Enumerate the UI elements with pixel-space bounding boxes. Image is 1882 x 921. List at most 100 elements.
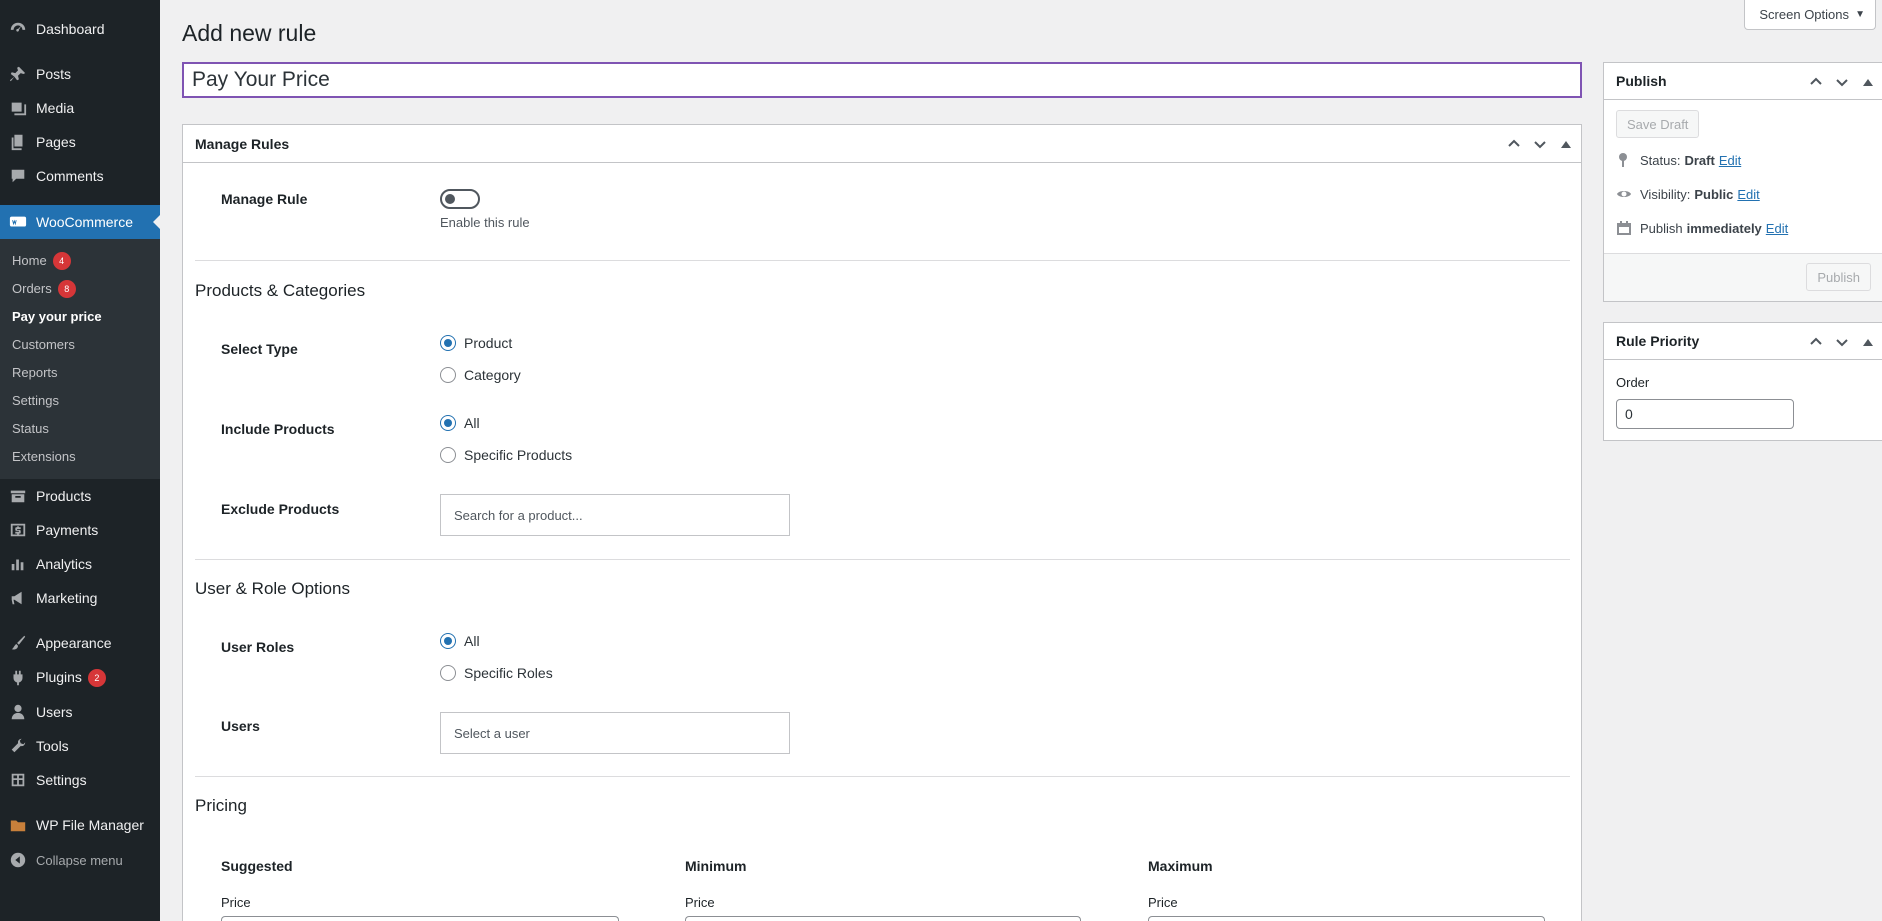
menu-label: Settings <box>36 772 87 788</box>
radio-unchecked <box>440 367 456 383</box>
postbox-header: Publish <box>1604 63 1882 100</box>
submenu-orders[interactable]: Orders 8 <box>12 280 76 298</box>
woocommerce-submenu: Home 4 Orders 8 Pay your price Customers R… <box>0 239 160 479</box>
collapse-menu-button[interactable]: Collapse menu <box>0 843 160 877</box>
chevron-up-icon <box>1508 139 1520 147</box>
radio-include-all[interactable]: All <box>440 415 480 431</box>
collapse-icon <box>8 850 28 870</box>
comment-icon <box>8 166 28 186</box>
maximum-price-input[interactable] <box>1148 916 1545 921</box>
radio-label: All <box>464 633 480 649</box>
menu-products[interactable]: Products <box>0 479 160 513</box>
active-indicator <box>153 214 161 230</box>
toggle-knob <box>445 194 455 204</box>
exclude-products-search[interactable]: Search for a product... <box>440 494 790 536</box>
visibility-value: Public <box>1694 186 1734 202</box>
menu-wp-file-manager[interactable]: WP File Manager <box>0 808 160 842</box>
menu-label: Plugins 2 <box>36 669 106 687</box>
menu-settings[interactable]: Settings <box>0 763 160 797</box>
radio-roles-all[interactable]: All <box>440 633 480 649</box>
order-input[interactable]: 0 <box>1616 399 1794 429</box>
enable-rule-toggle[interactable] <box>440 189 480 209</box>
divider <box>195 260 1570 261</box>
submenu-label: Orders <box>12 281 52 296</box>
radio-type-product[interactable]: Product <box>440 335 512 351</box>
submenu-home[interactable]: Home 4 <box>12 252 71 270</box>
handle-buttons <box>1805 72 1879 92</box>
publish-button[interactable]: Publish <box>1806 263 1871 291</box>
submenu-status[interactable]: Status <box>12 421 49 436</box>
save-draft-button[interactable]: Save Draft <box>1616 110 1700 138</box>
edit-visibility-link[interactable]: Edit <box>1737 187 1759 202</box>
menu-appearance[interactable]: Appearance <box>0 626 160 660</box>
minimum-price-input[interactable] <box>685 916 1081 921</box>
handle-buttons <box>1805 332 1879 352</box>
menu-label: Payments <box>36 522 99 538</box>
radio-roles-specific[interactable]: Specific Roles <box>440 665 553 681</box>
submenu-settings[interactable]: Settings <box>12 393 59 408</box>
toggle-panel-button[interactable] <box>1857 332 1879 352</box>
edit-publish-time-link[interactable]: Edit <box>1766 221 1788 236</box>
users-label: Users <box>221 718 260 734</box>
menu-marketing[interactable]: Marketing <box>0 581 160 615</box>
screen-options-label: Screen Options <box>1759 7 1849 22</box>
toggle-panel-button[interactable] <box>1555 134 1577 154</box>
menu-posts[interactable]: Posts <box>0 57 160 91</box>
menu-media[interactable]: Media <box>0 91 160 125</box>
publish-actions: Publish <box>1604 253 1882 301</box>
screen-options-button[interactable]: Screen Options ▼ <box>1744 0 1876 30</box>
move-up-button[interactable] <box>1805 72 1827 92</box>
submenu-extensions[interactable]: Extensions <box>12 449 76 464</box>
rule-title-input[interactable] <box>182 62 1582 98</box>
move-up-button[interactable] <box>1503 134 1525 154</box>
menu-plugins[interactable]: Plugins 2 <box>0 661 160 695</box>
menu-tools[interactable]: Tools <box>0 729 160 763</box>
menu-pages[interactable]: Pages <box>0 125 160 159</box>
postbox-header: Manage Rules <box>183 125 1581 163</box>
submenu-pay-your-price[interactable]: Pay your price <box>12 309 102 324</box>
move-down-button[interactable] <box>1831 332 1853 352</box>
triangle-up-icon <box>1561 140 1571 148</box>
chevron-down-icon <box>1836 79 1848 87</box>
menu-label: Products <box>36 488 92 504</box>
move-down-button[interactable] <box>1529 134 1551 154</box>
radio-checked <box>440 415 456 431</box>
minimum-price-label: Price <box>685 895 715 910</box>
suggested-price-input[interactable] <box>221 916 619 921</box>
minimum-title: Minimum <box>685 858 747 874</box>
users-select[interactable]: Select a user <box>440 712 790 754</box>
menu-dashboard[interactable]: Dashboard <box>0 12 160 46</box>
pin-icon <box>8 64 28 84</box>
dollar-icon <box>8 520 28 540</box>
exclude-products-label: Exclude Products <box>221 501 340 517</box>
move-up-button[interactable] <box>1805 332 1827 352</box>
pin-icon <box>1619 153 1627 167</box>
chart-icon <box>8 554 28 574</box>
publish-time-label: Publish <box>1640 220 1683 236</box>
status-value: Draft <box>1684 152 1715 168</box>
radio-unchecked <box>440 665 456 681</box>
menu-label: Marketing <box>36 590 98 606</box>
handle-buttons <box>1503 134 1577 154</box>
move-down-button[interactable] <box>1831 72 1853 92</box>
radio-type-category[interactable]: Category <box>440 367 521 383</box>
submenu-customers[interactable]: Customers <box>12 337 75 352</box>
edit-status-link[interactable]: Edit <box>1719 153 1741 168</box>
menu-label: WooCommerce <box>36 214 133 230</box>
manage-rules-box: Manage Rules Manage Rule Enable this rul… <box>182 124 1582 921</box>
chevron-up-icon <box>1810 77 1822 85</box>
submenu-reports[interactable]: Reports <box>12 365 58 380</box>
menu-comments[interactable]: Comments <box>0 159 160 193</box>
suggested-price-label: Price <box>221 895 251 910</box>
radio-checked <box>440 633 456 649</box>
radio-label: All <box>464 415 480 431</box>
toggle-panel-button[interactable] <box>1857 72 1879 92</box>
plug-icon <box>8 668 28 688</box>
radio-include-specific[interactable]: Specific Products <box>440 447 572 463</box>
menu-payments[interactable]: Payments <box>0 513 160 547</box>
menu-users[interactable]: Users <box>0 695 160 729</box>
menu-analytics[interactable]: Analytics <box>0 547 160 581</box>
menu-woocommerce[interactable]: WooCommerce <box>0 205 161 239</box>
menu-label: Collapse menu <box>36 852 123 868</box>
archive-icon <box>8 486 28 506</box>
